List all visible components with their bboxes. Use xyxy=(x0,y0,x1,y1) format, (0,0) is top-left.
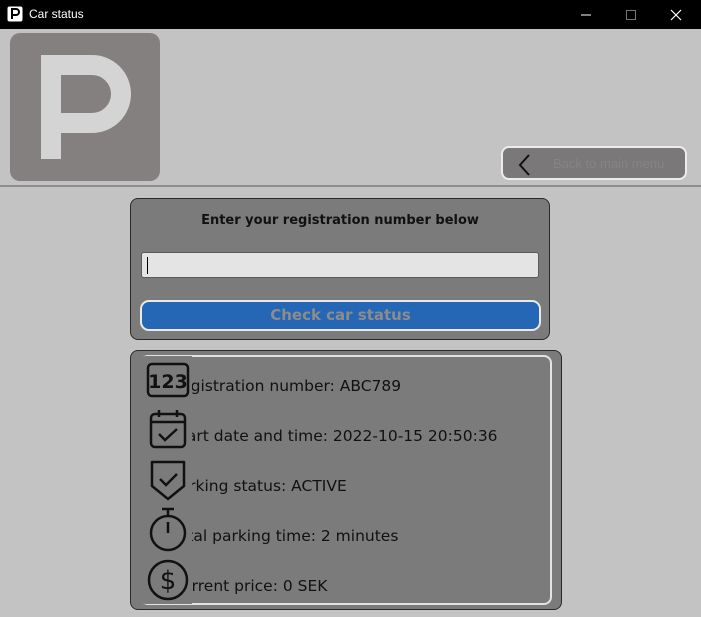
stopwatch-icon xyxy=(149,507,187,552)
status-row-price: Current price: 0 SEK xyxy=(131,561,551,611)
status-row-parking-status: Parking status: ACTIVE xyxy=(131,461,551,511)
parking-logo xyxy=(10,33,160,181)
registration-prompt: Enter your registration number below xyxy=(201,213,479,228)
svg-text:123: 123 xyxy=(148,371,188,393)
close-button[interactable] xyxy=(653,0,699,29)
parking-status-text: Parking status: ACTIVE xyxy=(171,477,347,495)
window-title: Car status xyxy=(29,7,84,21)
car-status-panel: Registration number: ABC789 Start date a… xyxy=(130,350,562,610)
check-button-label: Check car status xyxy=(270,306,411,324)
title-bar: Car status xyxy=(0,0,701,29)
current-price-text: Current price: 0 SEK xyxy=(171,577,328,595)
parking-p-icon xyxy=(41,55,131,159)
chevron-left-icon xyxy=(518,154,530,176)
header-divider xyxy=(0,185,701,187)
status-icon-strip: 123 $ xyxy=(140,356,192,604)
calendar-check-icon xyxy=(149,410,187,449)
svg-text:$: $ xyxy=(160,566,177,596)
registration-123-icon: 123 xyxy=(146,362,190,398)
status-row-total-time: Total parking time: 2 minutes xyxy=(131,511,551,561)
parking-app-icon xyxy=(7,6,23,22)
start-date-time-text: Start date and time: 2022-10-15 20:50:36 xyxy=(171,427,498,445)
maximize-icon xyxy=(626,10,636,20)
dollar-circle-icon: $ xyxy=(147,559,189,601)
registration-input-panel: Enter your registration number below Che… xyxy=(130,198,550,340)
shield-check-icon xyxy=(150,460,186,501)
total-parking-time-text: Total parking time: 2 minutes xyxy=(171,527,399,545)
registration-input[interactable] xyxy=(141,252,539,278)
registration-number-text: Registration number: ABC789 xyxy=(171,377,402,395)
text-caret xyxy=(147,257,148,274)
close-icon xyxy=(670,9,682,21)
minimize-button[interactable] xyxy=(563,0,609,29)
back-to-main-menu-button[interactable]: Back to main menu xyxy=(501,146,687,180)
minimize-icon xyxy=(581,14,591,16)
check-car-status-button[interactable]: Check car status xyxy=(140,300,541,331)
status-row-start-time: Start date and time: 2022-10-15 20:50:36 xyxy=(131,411,551,461)
maximize-button[interactable] xyxy=(608,0,654,29)
status-row-registration: Registration number: ABC789 xyxy=(131,361,551,411)
back-button-label: Back to main menu xyxy=(553,156,665,171)
